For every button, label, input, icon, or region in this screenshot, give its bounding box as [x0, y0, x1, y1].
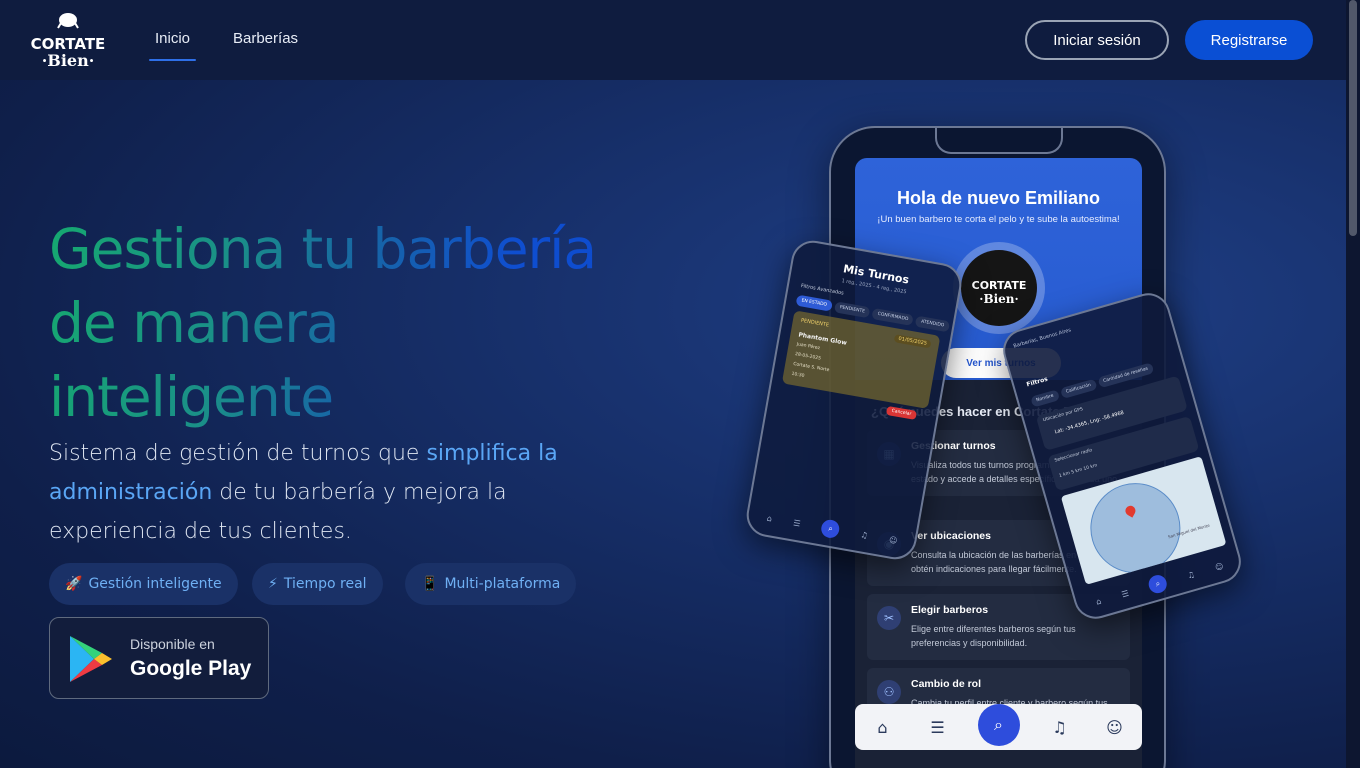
rocket-icon: 🚀 [65, 576, 83, 592]
turno-date: 01/05/2025 [893, 334, 932, 349]
hero-title-line-1: Gestiona tu barbería [49, 217, 597, 281]
hero-title-line-3: inteligente [49, 365, 334, 429]
tagline: ¡Un buen barbero te corta el pelo y te s… [877, 214, 1120, 225]
list-icon[interactable]: ☰ [793, 518, 802, 528]
barberias-filters-title: Filtros [1025, 375, 1049, 389]
home-icon[interactable]: ⌂ [1095, 596, 1102, 606]
turnos-bottom-nav: ⌂ ☰ ⌕ ♫ ☺ [754, 505, 909, 553]
avatar-logo-top: CORTATE [971, 279, 1027, 292]
nav-barberias[interactable]: Barberías [233, 30, 298, 47]
logo-text-top: CORTATE [30, 35, 106, 53]
home-icon[interactable]: ⌂ [766, 513, 773, 523]
chip-gestion: 🚀 Gestión inteligente [49, 563, 238, 605]
search-icon[interactable]: ⌕ [977, 704, 1020, 746]
cancel-button[interactable]: Cancelar [885, 405, 917, 420]
list-icon[interactable]: ☰ [923, 718, 953, 737]
hero-title-line-2: de manera [49, 291, 339, 355]
feature-title: Ver ubicaciones [911, 530, 991, 542]
login-button[interactable]: Iniciar sesión [1025, 20, 1169, 60]
search-icon[interactable]: ⌕ [820, 518, 842, 540]
filter-calificacion[interactable]: Calificación [1059, 378, 1098, 400]
barber-tools-icon [57, 13, 79, 29]
chip-tiempo-real: ⚡ Tiempo real [252, 563, 383, 605]
greeting: Hola de nuevo Emiliano [896, 188, 1101, 208]
barberias-header: Barberías, Buenos Aires [1012, 327, 1072, 350]
bell-icon[interactable]: ♫ [1186, 569, 1195, 580]
gps-label: Ubicación por GPS [1042, 407, 1084, 424]
radius-label: Seleccionar radio [1054, 448, 1093, 464]
brand-logo[interactable]: CORTATE ·Bien· [30, 12, 106, 70]
nav-inicio[interactable]: Inicio [148, 30, 197, 61]
chip-label: Tiempo real [283, 576, 367, 592]
chip-label: Multi-plataforma [444, 576, 561, 592]
top-navbar: CORTATE ·Bien· Inicio Barberías Iniciar … [0, 0, 1346, 80]
user-switch-icon: ⚇ [877, 680, 901, 704]
scrollbar[interactable] [1346, 0, 1360, 768]
turno-status: PENDIENTE [800, 317, 830, 329]
subtitle-text: Sistema de gestión de turnos que [49, 441, 427, 466]
turno-day: 28-05-2025 [794, 352, 822, 362]
home-icon[interactable]: ⌂ [868, 718, 898, 737]
turno-client: Juan Pérez [796, 342, 821, 352]
scrollbar-thumb[interactable] [1349, 0, 1357, 236]
hero-title: Gestiona tu barbería de manera inteligen… [49, 212, 689, 434]
logo-text-bottom: ·Bien· [41, 51, 95, 70]
turno-place: Cortate S. Norte [792, 361, 830, 374]
search-icon[interactable]: ⌕ [1146, 572, 1170, 596]
feature-title: Cambio de rol [911, 678, 982, 690]
user-icon[interactable]: ☺ [1100, 718, 1130, 737]
google-play-badge[interactable]: Disponible en Google Play [49, 617, 269, 699]
filter-nombre[interactable]: Nombre [1030, 389, 1061, 408]
avatar-logo: CORTATE ·Bien· [961, 250, 1037, 326]
hero-subtitle: Sistema de gestión de turnos que simplif… [49, 434, 639, 551]
radius-options[interactable]: 1 km 5 km 10 km [1059, 463, 1098, 479]
app-bottom-nav: ⌂ ☰ ⌕ ♫ ☺ [855, 704, 1142, 750]
chip-label: Gestión inteligente [88, 576, 222, 592]
avatar-logo-bottom: ·Bien· [979, 292, 1019, 306]
google-play-icon [70, 636, 112, 682]
user-icon[interactable]: ☺ [1214, 561, 1225, 572]
tab-en-estado[interactable]: EN ESTADO [795, 294, 833, 312]
tab-atendido[interactable]: ATENDIDO [915, 315, 951, 333]
user-icon[interactable]: ☺ [888, 535, 898, 545]
tab-confirmado[interactable]: CONFIRMADO [871, 308, 915, 326]
feature-title: Elegir barberos [911, 604, 989, 616]
feature-desc: Elige entre diferentes barberos según tu… [911, 624, 1076, 648]
lightning-icon: ⚡ [268, 576, 278, 592]
turno-time: 10:30 [791, 371, 805, 379]
bell-icon[interactable]: ♫ [860, 530, 869, 540]
tab-pendiente[interactable]: PENDIENTE [833, 301, 871, 319]
register-button[interactable]: Registrarse [1185, 20, 1313, 60]
turnos-filters: Filtros Avanzados [800, 283, 845, 297]
scissors-icon: ✂ [877, 606, 901, 630]
store-name: Google Play [130, 657, 252, 680]
chip-multiplataforma: 📱 Multi-plataforma [405, 563, 577, 605]
bell-icon[interactable]: ♫ [1045, 718, 1075, 737]
store-available-label: Disponible en [130, 636, 215, 652]
phone-icon: 📱 [421, 576, 439, 592]
list-icon[interactable]: ☰ [1120, 588, 1129, 599]
phone-notch [935, 128, 1063, 154]
